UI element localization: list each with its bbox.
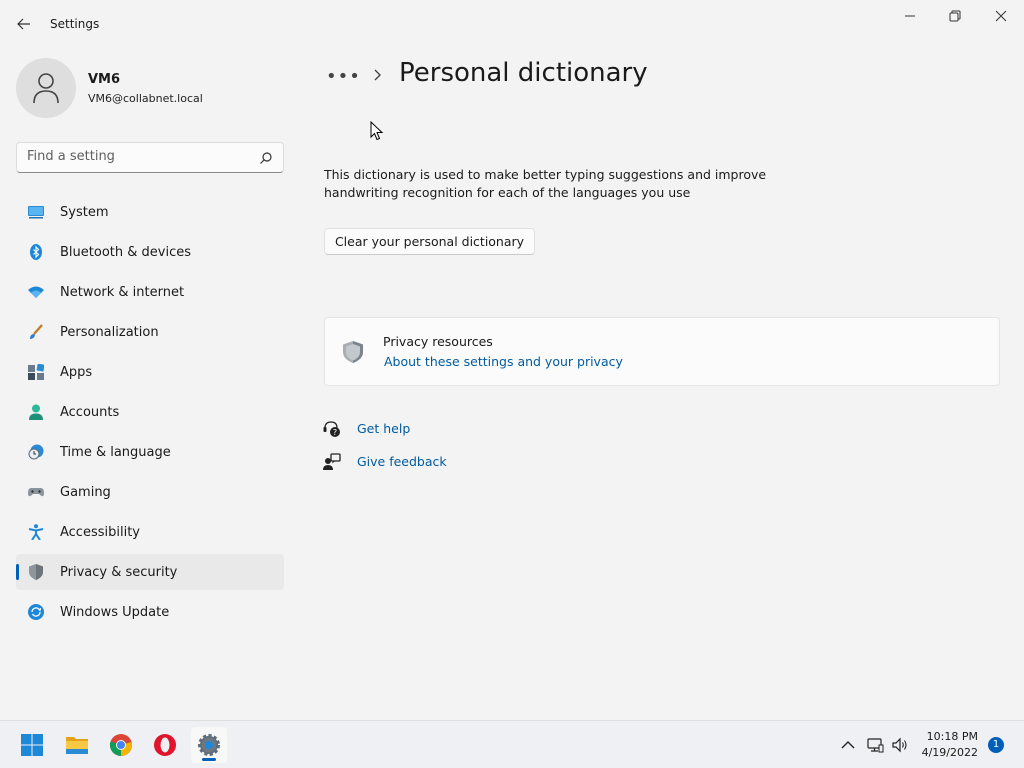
user-name: VM6 bbox=[88, 72, 121, 87]
dictionary-description: This dictionary is used to make better t… bbox=[324, 167, 767, 200]
breadcrumb-overflow-button[interactable]: ••• bbox=[326, 66, 361, 87]
sidebar-item-accounts[interactable]: Accounts bbox=[16, 394, 284, 430]
search-input[interactable] bbox=[27, 149, 247, 164]
back-arrow-icon bbox=[17, 18, 30, 30]
chevron-up-icon[interactable] bbox=[839, 736, 857, 754]
clear-dictionary-button[interactable]: Clear your personal dictionary bbox=[324, 228, 535, 255]
privacy-resources-card: Privacy resources About these settings a… bbox=[324, 317, 1000, 386]
restore-button[interactable] bbox=[945, 6, 965, 26]
sidebar-item-accessibility[interactable]: Accessibility bbox=[16, 514, 284, 550]
active-app-indicator bbox=[202, 758, 216, 761]
gamepad-icon bbox=[28, 488, 44, 497]
sidebar-item-label: Privacy & security bbox=[60, 565, 178, 580]
sidebar-item-time-language[interactable]: Time & language bbox=[16, 434, 284, 470]
accounts-icon bbox=[29, 404, 43, 420]
sidebar-item-label: Gaming bbox=[60, 485, 111, 500]
sidebar-item-system[interactable]: System bbox=[16, 194, 284, 230]
clock-date[interactable]: 4/19/2022 bbox=[916, 746, 978, 759]
start-icon bbox=[21, 734, 43, 756]
search-box[interactable] bbox=[16, 142, 284, 173]
close-icon bbox=[995, 10, 1007, 22]
sidebar-item-label: Windows Update bbox=[60, 605, 170, 620]
title-bar: Settings bbox=[0, 0, 1024, 48]
brush-icon bbox=[30, 324, 43, 339]
sidebar-item-label: Apps bbox=[60, 365, 93, 380]
taskbar-file-explorer[interactable] bbox=[59, 727, 95, 763]
file-explorer-icon bbox=[66, 737, 88, 754]
sidebar-item-gaming[interactable]: Gaming bbox=[16, 474, 284, 510]
chrome-icon bbox=[109, 734, 132, 756]
privacy-shield-icon bbox=[343, 341, 363, 363]
privacy-settings-link[interactable]: About these settings and your privacy bbox=[384, 354, 623, 369]
volume-icon[interactable] bbox=[891, 736, 909, 754]
chevron-right-icon bbox=[374, 69, 381, 81]
app-title: Settings bbox=[50, 17, 100, 31]
sidebar-item-label: Time & language bbox=[60, 445, 171, 460]
user-email: VM6@collabnet.local bbox=[88, 92, 203, 105]
page-title: Personal dictionary bbox=[399, 58, 648, 88]
taskbar: 10:18 PM 4/19/2022 1 bbox=[0, 720, 1024, 768]
sidebar-item-label: Bluetooth & devices bbox=[60, 245, 191, 260]
sidebar-item-label: System bbox=[60, 205, 109, 220]
selection-indicator bbox=[16, 564, 19, 580]
sidebar-item-network[interactable]: Network & internet bbox=[16, 274, 284, 310]
give-feedback-icon bbox=[323, 453, 341, 470]
update-icon bbox=[28, 604, 44, 620]
get-help-link[interactable]: Get help bbox=[357, 421, 410, 436]
taskbar-chrome[interactable] bbox=[103, 727, 139, 763]
sidebar-item-label: Personalization bbox=[60, 325, 159, 340]
start-button[interactable] bbox=[14, 727, 50, 763]
accessibility-icon bbox=[28, 524, 44, 540]
taskbar-opera[interactable] bbox=[147, 727, 183, 763]
clock-time[interactable]: 10:18 PM bbox=[916, 730, 978, 743]
system-icon bbox=[28, 206, 44, 219]
privacy-resources-title: Privacy resources bbox=[383, 334, 493, 349]
restore-icon bbox=[949, 10, 961, 22]
breadcrumb: ••• Personal dictionary bbox=[326, 58, 1006, 98]
sidebar-item-label: Accessibility bbox=[60, 525, 140, 540]
user-icon bbox=[33, 73, 59, 104]
minimize-button[interactable] bbox=[900, 6, 920, 26]
taskbar-settings[interactable] bbox=[191, 727, 227, 763]
sidebar-item-personalization[interactable]: Personalization bbox=[16, 314, 284, 350]
network-icon[interactable] bbox=[866, 736, 884, 754]
sidebar-item-bluetooth[interactable]: Bluetooth & devices bbox=[16, 234, 284, 270]
settings-icon bbox=[198, 734, 220, 756]
give-feedback-link[interactable]: Give feedback bbox=[357, 454, 447, 469]
mouse-cursor-icon bbox=[370, 121, 384, 141]
sidebar-item-privacy-security[interactable]: Privacy & security bbox=[16, 554, 284, 590]
opera-icon bbox=[154, 734, 176, 756]
notification-badge[interactable]: 1 bbox=[988, 737, 1004, 753]
wifi-icon bbox=[28, 286, 44, 298]
sidebar-item-label: Network & internet bbox=[60, 285, 185, 300]
back-button[interactable] bbox=[14, 14, 34, 34]
bluetooth-icon bbox=[30, 244, 42, 260]
shield-icon bbox=[29, 564, 43, 580]
avatar bbox=[16, 58, 76, 118]
apps-icon bbox=[28, 364, 44, 380]
minimize-icon bbox=[905, 15, 915, 17]
search-icon[interactable] bbox=[259, 151, 273, 165]
clock-globe-icon bbox=[28, 444, 44, 460]
sidebar-item-apps[interactable]: Apps bbox=[16, 354, 284, 390]
svg-text:?: ? bbox=[333, 428, 337, 437]
sidebar-nav: System Bluetooth & devices Network & int… bbox=[16, 194, 284, 634]
sidebar-item-windows-update[interactable]: Windows Update bbox=[16, 594, 284, 630]
sidebar-item-label: Accounts bbox=[60, 405, 120, 420]
close-button[interactable] bbox=[991, 6, 1011, 26]
get-help-icon: ? bbox=[323, 421, 340, 437]
